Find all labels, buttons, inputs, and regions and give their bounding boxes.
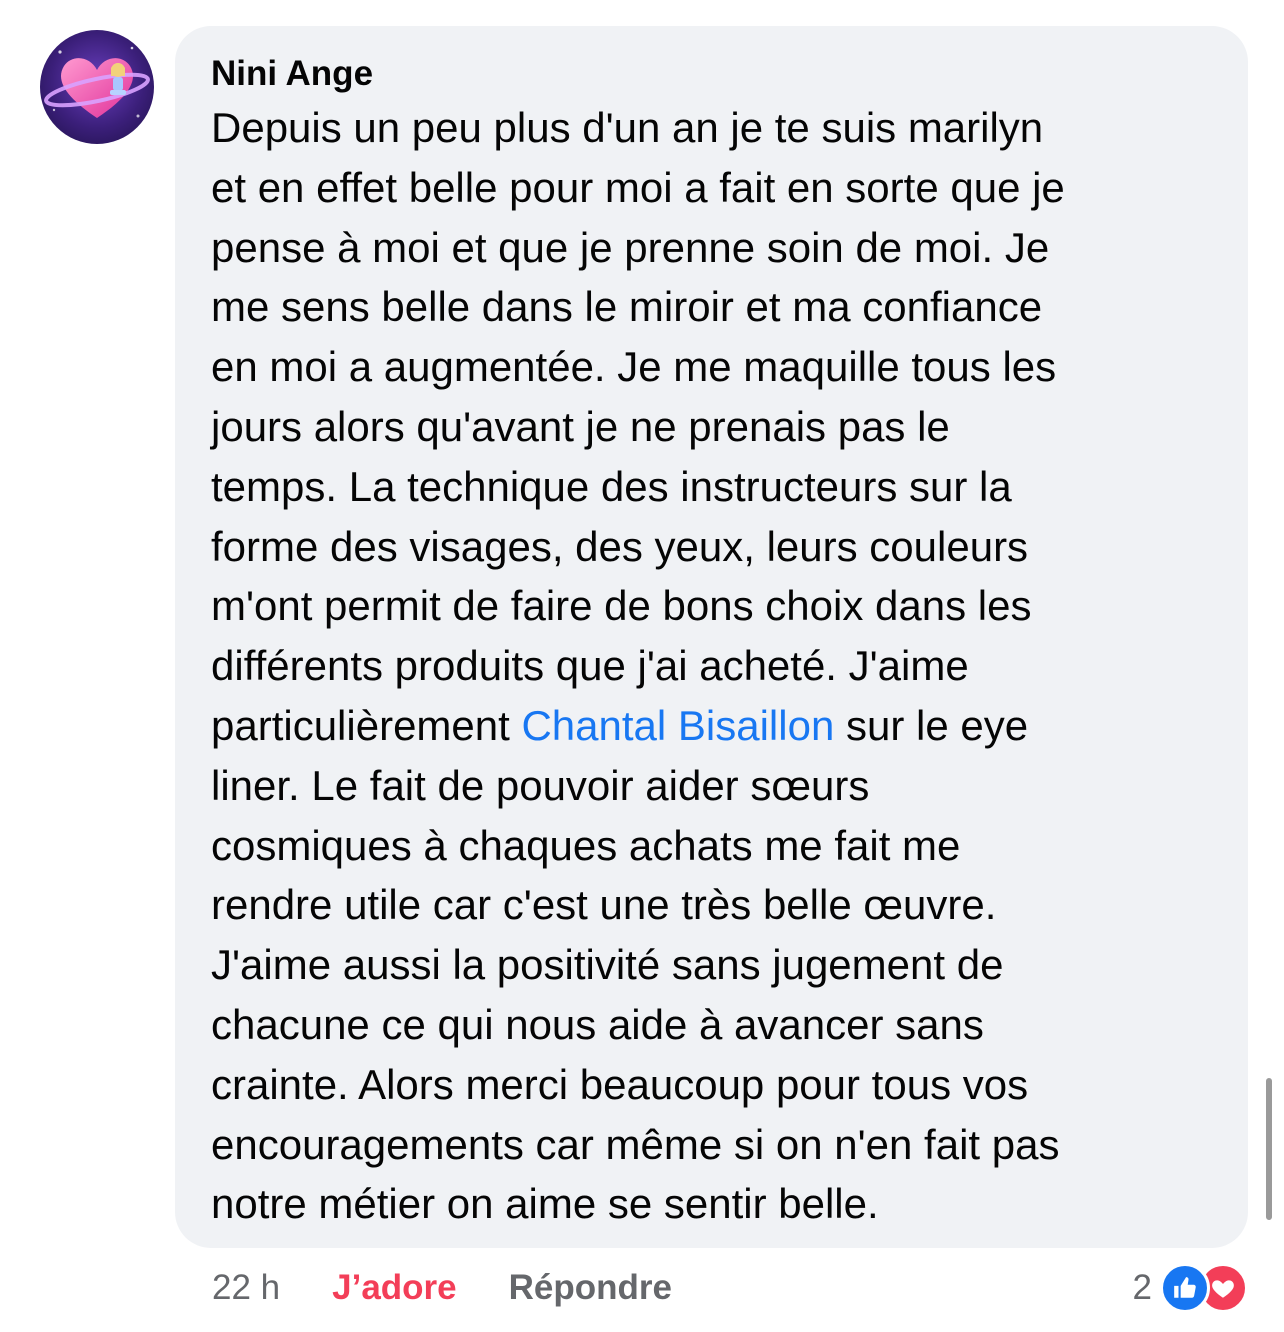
comment-text: Depuis un peu plus d'un an je te suis ma… (211, 98, 1212, 1234)
like-icon (1160, 1263, 1210, 1313)
comment-line: Depuis un peu plus d'un an je te suis ma… (211, 104, 1044, 151)
comment-actions: 22 h J’adore Répondre (212, 1266, 672, 1310)
comment-timestamp[interactable]: 22 h (212, 1268, 280, 1308)
reply-button[interactable]: Répondre (509, 1268, 672, 1308)
comment-line: me sens belle dans le miroir et ma confi… (211, 283, 1043, 331)
love-reaction-button[interactable]: J’adore (332, 1268, 457, 1308)
avatar[interactable] (40, 30, 154, 144)
comment-bubble: Nini Ange Depuis un peu plus d'un an je … (175, 26, 1248, 1248)
comment-author[interactable]: Nini Ange (211, 52, 1212, 96)
avatar-image (44, 46, 150, 118)
comment-line: en moi a augmentée. Je me maquille tous … (211, 343, 1057, 391)
comment-line: jours alors qu'avant je ne prenais pas l… (211, 402, 950, 450)
comment-line: et en effet belle pour moi a fait en sor… (211, 163, 1065, 211)
comment-line: encouragements car même si on n'en fait … (211, 1120, 1060, 1168)
comment-line: différents produits que j'ai acheté. J'a… (211, 642, 969, 690)
comment-line: notre métier on aime se sentir belle. (211, 1180, 879, 1228)
comment-line: chacune ce qui nous aide à avancer sans (211, 1000, 984, 1048)
comment-line: temps. La technique des instructeurs sur… (211, 462, 1012, 510)
comment-line: J'aime aussi la positivité sans jugement… (211, 941, 1004, 989)
comment-line-with-mention: particulièrement Chantal Bisaillon sur l… (211, 696, 1212, 756)
comment-line: forme des visages, des yeux, leurs coule… (211, 522, 1029, 570)
mention-link[interactable]: Chantal Bisaillon (521, 702, 834, 749)
comment-line: cosmiques à chaques achats me fait me (211, 821, 961, 869)
comment-line: rendre utile car c'est une très belle œu… (211, 881, 997, 929)
comment-line: liner. Le fait de pouvoir aider sœurs (211, 761, 870, 809)
comment-line: pense à moi et que je prenne soin de moi… (211, 223, 1050, 271)
comment-line-after-mention: sur le eye (834, 701, 1029, 749)
reaction-count: 2 (1132, 1268, 1152, 1307)
reaction-summary[interactable]: 2 (1133, 1262, 1248, 1314)
comment-line: m'ont permit de faire de bons choix dans… (211, 582, 1032, 630)
comment-line-before-mention: particulièrement (211, 701, 522, 749)
scrollbar[interactable] (1266, 1078, 1272, 1220)
comment-line: crainte. Alors merci beaucoup pour tous … (211, 1060, 1029, 1108)
